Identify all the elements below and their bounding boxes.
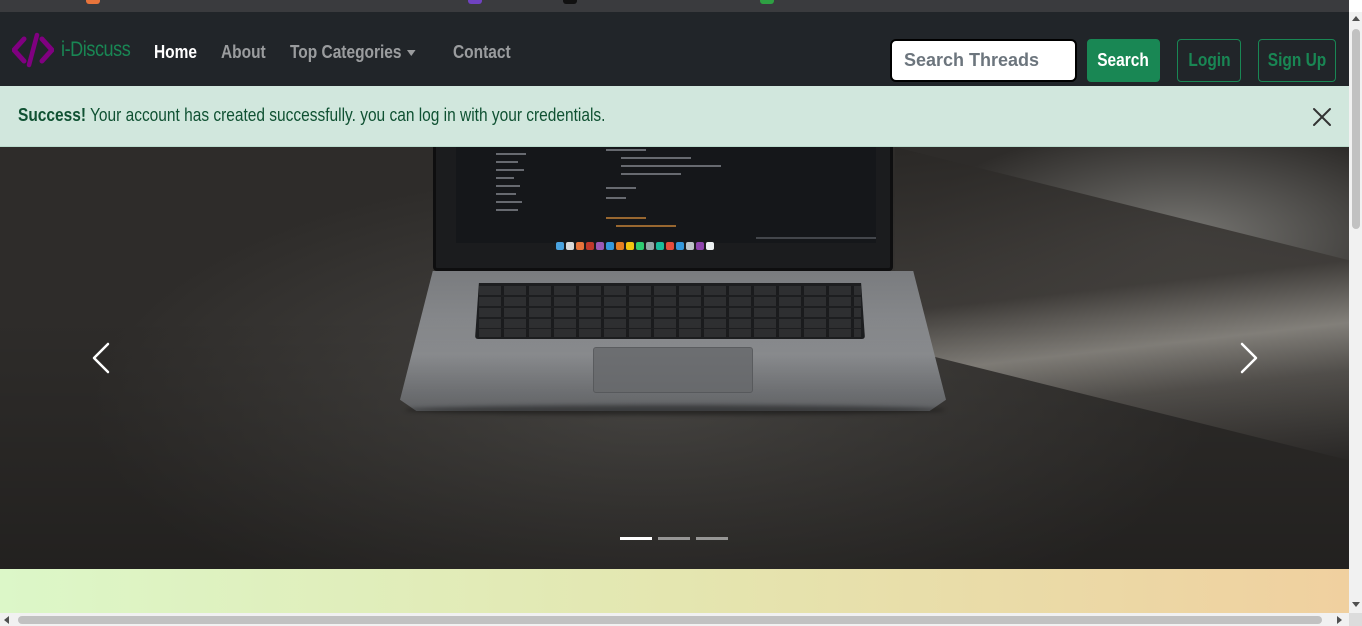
- carousel-prev-button[interactable]: [82, 338, 122, 378]
- caret-down-icon: [406, 50, 416, 57]
- scroll-right-arrow-icon[interactable]: [1337, 616, 1342, 624]
- slide-shade: [0, 147, 1349, 569]
- success-alert: Success! Your account has created succes…: [0, 86, 1349, 147]
- navbar: i-Discuss Home About Top Categories Cont…: [0, 12, 1349, 86]
- nav-link-home[interactable]: Home: [154, 42, 197, 63]
- bookmark-icon[interactable]: [468, 0, 482, 4]
- nav-dropdown-label: Top Categories: [290, 42, 402, 62]
- carousel-indicator-2[interactable]: [658, 537, 690, 540]
- nav-link-contact[interactable]: Contact: [453, 42, 511, 63]
- alert-message: Success! Your account has created succes…: [18, 105, 605, 126]
- alert-strong: Success!: [18, 105, 86, 125]
- brand-name: i-Discuss: [61, 38, 131, 61]
- bookmark-icon[interactable]: [86, 0, 100, 4]
- search-input[interactable]: [890, 39, 1077, 82]
- chevron-left-icon: [92, 342, 110, 374]
- signup-button-label: Sign Up: [1267, 50, 1327, 70]
- vertical-scrollbar[interactable]: [1349, 12, 1362, 613]
- brand-link[interactable]: i-Discuss: [12, 30, 142, 70]
- scroll-down-arrow-icon[interactable]: [1352, 602, 1360, 607]
- nav-dropdown-top-categories[interactable]: Top Categories: [290, 42, 416, 63]
- browser-bookmarks-strip: [0, 0, 1349, 12]
- carousel-indicators: [620, 537, 728, 540]
- vertical-scroll-thumb[interactable]: [1352, 29, 1360, 229]
- search-button-label: Search: [1097, 50, 1150, 70]
- carousel-next-button[interactable]: [1228, 338, 1268, 378]
- horizontal-scrollbar[interactable]: [0, 613, 1349, 626]
- image-carousel: [0, 147, 1349, 569]
- bookmark-icon[interactable]: [760, 0, 774, 4]
- bookmark-icon[interactable]: [563, 0, 577, 4]
- horizontal-scroll-thumb[interactable]: [18, 616, 1322, 624]
- close-icon[interactable]: [1312, 107, 1332, 127]
- scroll-up-arrow-icon[interactable]: [1352, 16, 1360, 21]
- search-button[interactable]: Search: [1087, 39, 1160, 82]
- carousel-indicator-3[interactable]: [696, 537, 728, 540]
- scroll-left-arrow-icon[interactable]: [4, 616, 9, 624]
- nav-link-about[interactable]: About: [221, 42, 266, 63]
- categories-section-band: [0, 569, 1349, 613]
- login-button-label: Login: [1187, 50, 1231, 70]
- carousel-indicator-1[interactable]: [620, 537, 652, 540]
- signup-button[interactable]: Sign Up: [1258, 39, 1336, 82]
- login-button[interactable]: Login: [1177, 39, 1241, 82]
- scrollbar-corner: [1349, 613, 1362, 626]
- chevron-right-icon: [1240, 342, 1258, 374]
- alert-body: Your account has created successfully. y…: [85, 105, 606, 125]
- code-brackets-logo-icon: [12, 32, 54, 68]
- nav-links: Home About Top Categories Contact: [154, 42, 537, 63]
